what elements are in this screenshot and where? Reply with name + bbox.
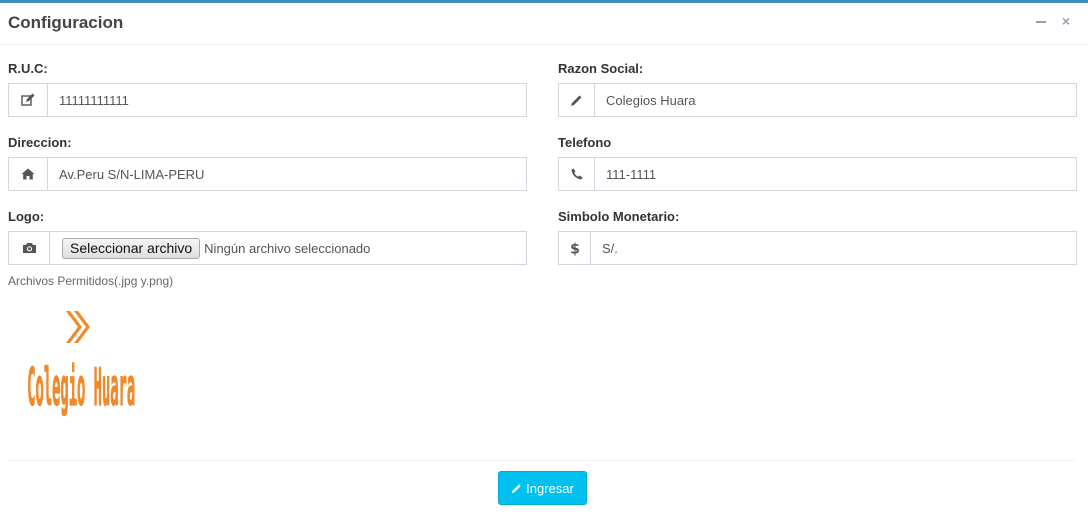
file-status: Ningún archivo seleccionado	[204, 240, 371, 256]
file-select-button[interactable]: Seleccionar archivo	[62, 237, 201, 259]
ingresar-label: Ingresar	[526, 480, 574, 496]
telefono-input[interactable]: 111-1111	[595, 167, 656, 182]
edit-icon	[9, 84, 48, 116]
direccion-input-group[interactable]: Av.Peru S/N-LIMA-PERU	[8, 157, 527, 191]
panel-header: Configuracion ×	[0, 3, 1088, 45]
pencil-icon	[511, 483, 521, 493]
ruc-label: R.U.C:	[8, 61, 48, 76]
svg-text:Colegio Huara: Colegio Huara	[27, 356, 135, 418]
pencil-icon	[559, 84, 595, 116]
simbolo-label: Simbolo Monetario:	[558, 209, 680, 224]
simbolo-input[interactable]: S/.	[591, 241, 618, 256]
razon-social-input[interactable]: Colegios Huara	[595, 93, 696, 108]
panel-title: Configuracion	[8, 13, 124, 32]
ruc-input[interactable]: 11111111111	[48, 93, 129, 108]
simbolo-input-group[interactable]: $ S/.	[558, 231, 1077, 265]
minimize-icon[interactable]	[1034, 13, 1050, 29]
direccion-label: Direccion:	[8, 135, 72, 150]
phone-icon	[559, 158, 595, 190]
dollar-icon: $	[559, 232, 591, 264]
camera-icon	[9, 232, 50, 264]
razon-social-label: Razon Social:	[558, 61, 644, 76]
school-logo-image: Colegio Huara	[20, 309, 144, 427]
svg-text:$: $	[570, 241, 580, 256]
direccion-input[interactable]: Av.Peru S/N-LIMA-PERU	[48, 167, 204, 182]
telefono-input-group[interactable]: 111-1111	[558, 157, 1077, 191]
razon-social-input-group[interactable]: Colegios Huara	[558, 83, 1077, 117]
close-icon[interactable]: ×	[1058, 13, 1074, 29]
configuration-panel: Configuracion × R.U.C: 11111111111 Razon…	[0, 0, 1088, 520]
footer-divider	[8, 460, 1076, 461]
ruc-input-group[interactable]: 11111111111	[8, 83, 527, 117]
allowed-files-hint: Archivos Permitidos(.jpg y.png)	[8, 274, 174, 288]
telefono-label: Telefono	[558, 135, 612, 150]
logo-input-group: Seleccionar archivo Ningún archivo selec…	[8, 231, 527, 265]
home-icon	[9, 158, 48, 190]
ingresar-button[interactable]: Ingresar	[498, 471, 587, 505]
logo-label: Logo:	[8, 209, 45, 224]
